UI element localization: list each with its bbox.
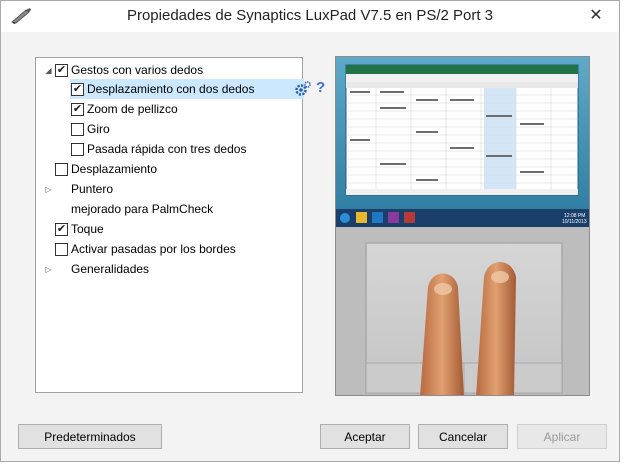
taskbar-date: 10/11/2013 bbox=[562, 219, 587, 225]
gear-icon[interactable] bbox=[294, 80, 311, 98]
tree-item-label: Pasada rápida con tres dedos bbox=[87, 142, 247, 156]
tree-item-palmcheck[interactable]: mejorado para PalmCheck bbox=[36, 199, 302, 219]
tree-item-label: Zoom de pellizco bbox=[87, 102, 178, 116]
edge-swipes-checkbox[interactable] bbox=[55, 242, 68, 256]
pinch-zoom-checkbox[interactable]: ✔ bbox=[71, 102, 84, 116]
tree-item-label: Giro bbox=[87, 122, 110, 136]
tree-item-label: mejorado para PalmCheck bbox=[71, 202, 214, 216]
scrolling-checkbox[interactable] bbox=[55, 162, 68, 176]
tree-item-scrolling[interactable]: Desplazamiento bbox=[36, 159, 302, 179]
close-button[interactable]: ✕ bbox=[583, 5, 609, 25]
title-bar: Propiedades de Synaptics LuxPad V7.5 en … bbox=[1, 1, 619, 32]
tree-item-label: Puntero bbox=[71, 182, 114, 196]
settings-tree: ◢ ✔ Gestos con varios dedos ✔ Desplazami… bbox=[35, 57, 325, 393]
three-finger-flick-checkbox[interactable] bbox=[71, 142, 84, 156]
apply-button[interactable]: Aplicar bbox=[517, 424, 607, 449]
help-icon[interactable]: ? bbox=[316, 79, 328, 97]
tree-item-label: Desplazamiento con dos dedos bbox=[87, 82, 255, 96]
tree-item-multi-finger-gestures[interactable]: ◢ ✔ Gestos con varios dedos bbox=[36, 60, 302, 80]
tree-item-three-finger-flick[interactable]: Pasada rápida con tres dedos bbox=[36, 139, 302, 159]
expand-right-icon[interactable]: ▷ bbox=[44, 185, 53, 194]
tree-item-label: Gestos con varios dedos bbox=[71, 63, 204, 77]
tree-item-label: Desplazamiento bbox=[71, 162, 158, 176]
tree-item-edge-swipes[interactable]: Activar pasadas por los bordes bbox=[36, 239, 302, 259]
tree-item-label: Generalidades bbox=[71, 262, 150, 276]
tree-item-label: Activar pasadas por los bordes bbox=[71, 242, 236, 256]
tree-item-two-finger-scroll[interactable]: ✔ Desplazamiento con dos dedos bbox=[70, 79, 304, 99]
properties-dialog: Propiedades de Synaptics LuxPad V7.5 en … bbox=[0, 0, 620, 462]
rotate-checkbox[interactable] bbox=[71, 122, 84, 136]
window-title: Propiedades de Synaptics LuxPad V7.5 en … bbox=[126, 7, 494, 24]
tree-item-general[interactable]: ▷ Generalidades bbox=[36, 259, 302, 279]
multi-finger-gestures-checkbox[interactable]: ✔ bbox=[55, 63, 68, 77]
tree-item-label: Toque bbox=[71, 222, 104, 236]
tree-item-rotate[interactable]: Giro bbox=[36, 119, 302, 139]
tree-item-pinch-zoom[interactable]: ✔ Zoom de pellizco bbox=[36, 99, 302, 119]
two-finger-scroll-checkbox[interactable]: ✔ bbox=[71, 82, 84, 96]
gesture-preview-video: 12:08 PM 10/11/2013 bbox=[335, 56, 590, 396]
tree-item-pointer[interactable]: ▷ Puntero bbox=[36, 179, 302, 199]
tree-item-tap[interactable]: ✔ Toque bbox=[36, 219, 302, 239]
tap-checkbox[interactable]: ✔ bbox=[55, 222, 68, 236]
cancel-button[interactable]: Cancelar bbox=[418, 424, 508, 449]
expand-right-icon[interactable]: ▷ bbox=[44, 265, 53, 274]
expand-down-icon[interactable]: ◢ bbox=[44, 66, 53, 75]
defaults-button[interactable]: Predeterminados bbox=[18, 424, 162, 449]
preview-illustration: 12:08 PM 10/11/2013 bbox=[336, 57, 589, 395]
accept-button[interactable]: Aceptar bbox=[320, 424, 410, 449]
close-icon: ✕ bbox=[589, 7, 603, 24]
